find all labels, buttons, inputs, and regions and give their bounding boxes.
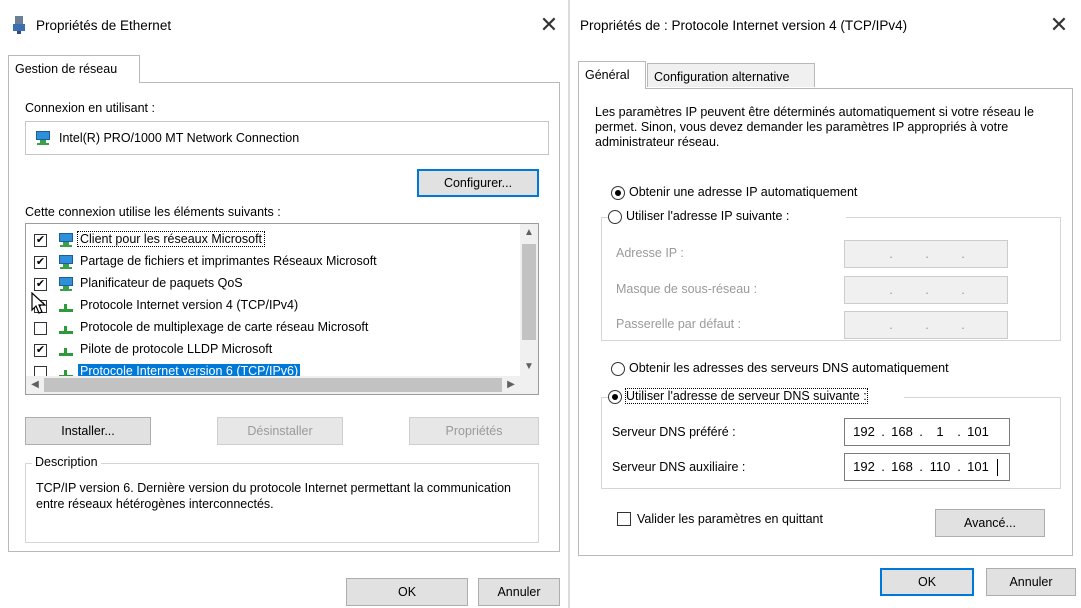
dns-manual-label: Utiliser l'adresse de serveur DNS suivan… — [625, 388, 868, 404]
list-item[interactable]: ✔ Partage de fichiers et imprimantes Rés… — [28, 251, 518, 273]
tab-gestion-de-reseau[interactable]: Gestion de réseau — [8, 55, 140, 83]
connect-using-label: Connexion en utilisant : — [25, 101, 155, 115]
list-item-label: Pilote de protocole LLDP Microsoft — [80, 342, 273, 356]
list-item[interactable]: Protocole de multiplexage de carte résea… — [28, 317, 518, 339]
dns-auto-label: Obtenir les adresses des serveurs DNS au… — [629, 361, 949, 375]
subnet-label: Masque de sous-réseau : — [616, 282, 758, 296]
dns-preferred-label: Serveur DNS préféré : — [612, 425, 736, 439]
close-icon[interactable]: ✕ — [1044, 10, 1074, 40]
radio-dot[interactable] — [608, 390, 622, 404]
description-group: Description TCP/IP version 6. Dernière v… — [25, 455, 539, 543]
radio-dot[interactable] — [611, 362, 625, 376]
dns-alternate-label: Serveur DNS auxiliaire : — [612, 460, 746, 474]
window-title: Propriétés de : Protocole Internet versi… — [580, 18, 908, 33]
install-button[interactable]: Installer... — [25, 417, 151, 445]
scroll-up-icon[interactable]: ▲ — [520, 224, 538, 242]
advanced-button[interactable]: Avancé... — [935, 509, 1045, 537]
tab-alternate-configuration[interactable]: Configuration alternative — [647, 63, 815, 87]
tab-pane: Les paramètres IP peuvent être déterminé… — [578, 88, 1073, 556]
components-list[interactable]: ✔ Client pour les réseaux Microsoft ✔ Pa… — [25, 223, 539, 395]
checkbox-box[interactable] — [617, 512, 631, 526]
scroll-thumb[interactable] — [44, 378, 502, 392]
list-item-label: Planificateur de paquets QoS — [80, 276, 243, 290]
ok-button[interactable]: OK — [880, 568, 974, 596]
checkbox[interactable] — [34, 322, 47, 335]
description-text: TCP/IP version 6. Dernière version du pr… — [36, 481, 511, 511]
cancel-button[interactable]: Annuler — [478, 578, 560, 606]
dns-alternate-field[interactable]: 192 . 168 . 110 . 101 — [844, 453, 1010, 481]
close-icon[interactable]: ✕ — [534, 10, 564, 40]
adapter-box: Intel(R) PRO/1000 MT Network Connection — [25, 121, 549, 155]
checkbox[interactable]: ✔ — [34, 256, 47, 269]
file-sharing-icon — [58, 255, 74, 269]
network-adapter-icon — [35, 131, 51, 145]
checkbox[interactable]: ✔ — [34, 344, 47, 357]
configure-button[interactable]: Configurer... — [417, 169, 539, 197]
properties-button[interactable]: Propriétés — [409, 417, 539, 445]
ip-address-field[interactable]: ... — [844, 240, 1008, 268]
tab-pane: Connexion en utilisant : Intel(R) PRO/10… — [8, 82, 560, 552]
adapter-name: Intel(R) PRO/1000 MT Network Connection — [59, 131, 300, 145]
ethernet-properties-window: Propriétés de Ethernet ✕ Gestion de rése… — [0, 0, 568, 608]
radio-dot[interactable] — [611, 186, 625, 200]
network-adapter-icon — [13, 16, 25, 34]
qos-icon — [58, 277, 74, 291]
dns-preferred-field[interactable]: 192 . 168 . 1 . 101 — [844, 418, 1010, 446]
window-title: Propriétés de Ethernet — [36, 18, 172, 33]
checkbox[interactable]: ✔ — [34, 278, 47, 291]
horizontal-scrollbar[interactable]: ◀ ▶ — [26, 376, 538, 394]
radio-dot[interactable] — [608, 210, 622, 224]
gateway-field[interactable]: ... — [844, 311, 1008, 339]
tab-general[interactable]: Général — [578, 61, 646, 89]
ip-address-label: Adresse IP : — [616, 246, 684, 260]
protocol-icon — [58, 321, 74, 335]
checkbox[interactable]: ✔ — [34, 234, 47, 247]
description-title: Description — [32, 455, 101, 469]
scroll-left-icon[interactable]: ◀ — [26, 376, 44, 394]
text-caret — [997, 459, 998, 476]
subnet-field[interactable]: ... — [844, 276, 1008, 304]
ip-manual-radio[interactable]: Utiliser l'adresse IP suivante : — [608, 209, 846, 227]
tab-bar: Gestion de réseau — [8, 55, 560, 83]
title-bar: Propriétés de : Protocole Internet versi… — [570, 0, 1081, 48]
list-item[interactable]: ✔ Protocole Internet version 4 (TCP/IPv4… — [28, 295, 518, 317]
scroll-down-icon[interactable]: ▼ — [520, 358, 538, 376]
ip-auto-label: Obtenir une adresse IP automatiquement — [629, 185, 858, 199]
validate-label: Valider les paramètres en quittant — [637, 512, 823, 526]
mouse-cursor-icon — [31, 292, 47, 314]
list-item-label: Partage de fichiers et imprimantes Résea… — [80, 254, 377, 268]
intro-text: Les paramètres IP peuvent être déterminé… — [595, 105, 1034, 149]
protocol-icon — [58, 343, 74, 357]
tab-bar: Général Configuration alternative — [578, 61, 1073, 89]
title-bar: Propriétés de Ethernet ✕ — [0, 0, 568, 48]
dns-manual-radio[interactable]: Utiliser l'adresse de serveur DNS suivan… — [608, 388, 904, 407]
vertical-scrollbar[interactable]: ▲ ▼ — [520, 224, 538, 376]
ip-manual-label: Utiliser l'adresse IP suivante : — [626, 209, 790, 223]
ipv4-properties-window: Propriétés de : Protocole Internet versi… — [570, 0, 1081, 608]
list-item[interactable]: ✔ Pilote de protocole LLDP Microsoft — [28, 339, 518, 361]
list-item[interactable]: ✔ Planificateur de paquets QoS — [28, 273, 518, 295]
gateway-label: Passerelle par défaut : — [616, 317, 742, 331]
protocol-icon — [58, 299, 74, 313]
ok-button[interactable]: OK — [346, 578, 468, 606]
list-item-label: Protocole de multiplexage de carte résea… — [80, 320, 369, 334]
network-client-icon — [58, 233, 74, 247]
list-item-label: Client pour les réseaux Microsoft — [76, 231, 266, 247]
items-label: Cette connexion utilise les éléments sui… — [25, 205, 281, 219]
list-item-label: Protocole Internet version 4 (TCP/IPv4) — [80, 298, 299, 312]
uninstall-button[interactable]: Désinstaller — [217, 417, 343, 445]
scroll-thumb[interactable] — [522, 244, 536, 340]
dns-group: Utiliser l'adresse de serveur DNS suivan… — [601, 388, 1061, 489]
cancel-button[interactable]: Annuler — [986, 568, 1076, 596]
scroll-right-icon[interactable]: ▶ — [502, 376, 520, 394]
ip-address-group: Utiliser l'adresse IP suivante : Adresse… — [601, 209, 1061, 341]
list-item[interactable]: ✔ Client pour les réseaux Microsoft — [28, 229, 518, 251]
